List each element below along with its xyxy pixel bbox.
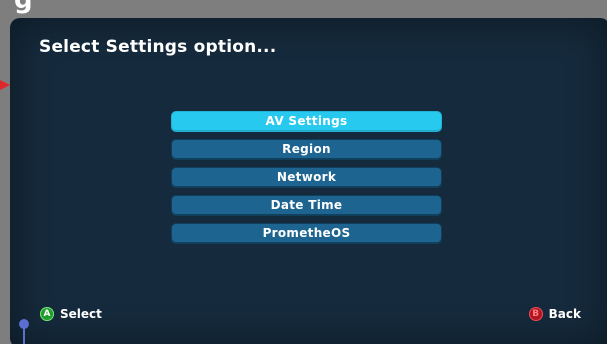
settings-menu: AV Settings Region Network Date Time Pro… xyxy=(172,112,441,252)
menu-item-region[interactable]: Region xyxy=(172,140,441,159)
app-window: g Select Settings option... AV Settings … xyxy=(0,0,607,344)
marker-line xyxy=(0,84,6,86)
menu-item-date-time[interactable]: Date Time xyxy=(172,196,441,215)
a-button-icon: A xyxy=(40,307,54,321)
back-hint[interactable]: B Back xyxy=(528,307,581,321)
pin-stem xyxy=(23,328,25,344)
menu-item-prometheos[interactable]: PrometheOS xyxy=(172,224,441,243)
menu-item-av-settings[interactable]: AV Settings xyxy=(172,112,441,131)
page-title: Select Settings option... xyxy=(39,37,277,57)
select-label: Select xyxy=(60,307,102,321)
back-label: Back xyxy=(548,307,581,321)
select-hint[interactable]: A Select xyxy=(40,307,102,321)
settings-screen: Select Settings option... AV Settings Re… xyxy=(10,18,607,344)
menu-item-network[interactable]: Network xyxy=(172,168,441,187)
b-button-icon: B xyxy=(528,307,543,321)
cropped-heading: g xyxy=(14,0,34,15)
